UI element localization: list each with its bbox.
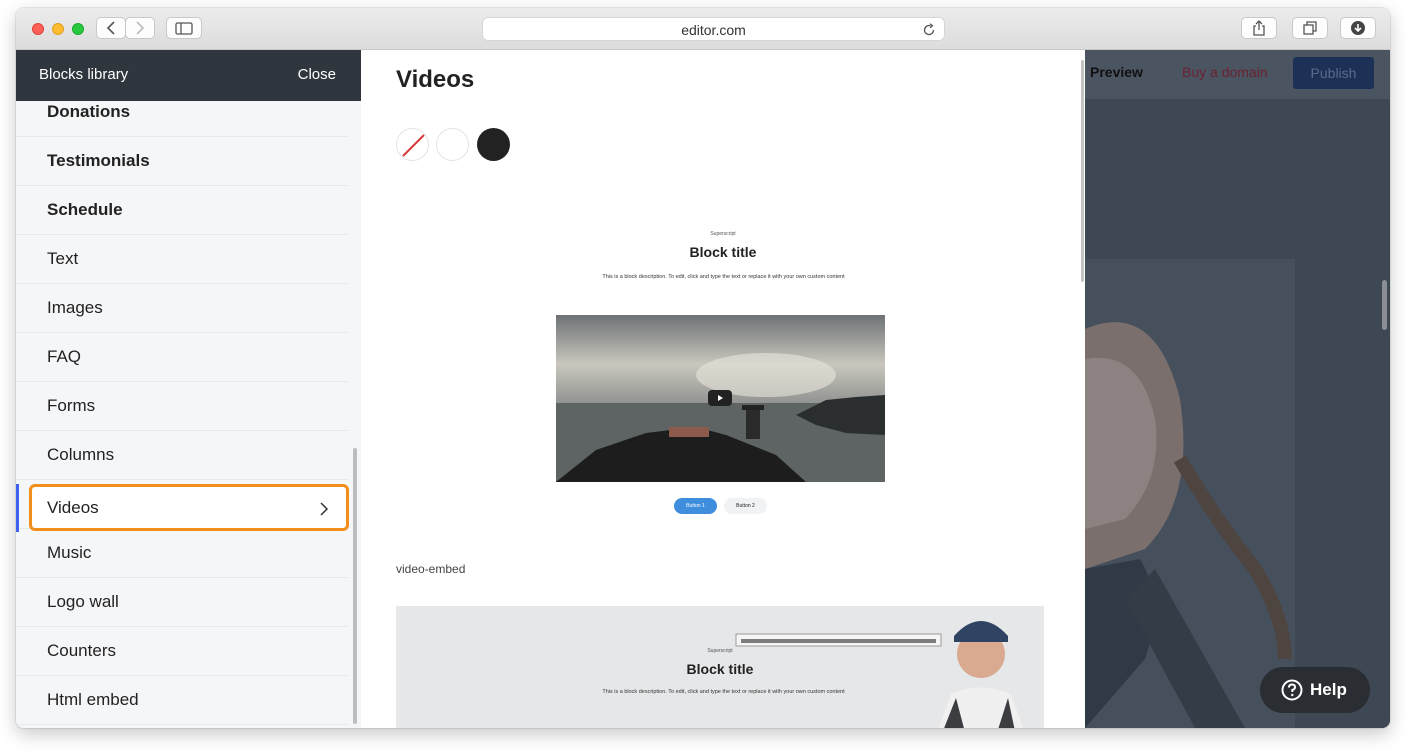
preview-superscript: Superscript <box>710 231 736 237</box>
preview-title: Block title <box>686 661 754 677</box>
preview-link[interactable]: Preview <box>1090 64 1143 80</box>
block-preview-1[interactable]: Superscript Block title This is a block … <box>361 220 1085 520</box>
sidebar-item-images[interactable]: Images <box>16 284 348 333</box>
back-button[interactable] <box>96 17 126 39</box>
chevron-right-icon <box>136 21 145 35</box>
play-icon <box>718 395 723 401</box>
preview-title: Block title <box>689 244 757 260</box>
sidebar-item-donations[interactable]: Donations <box>16 101 348 137</box>
blocks-library-sidebar: Blocks library Close Donations Testimoni… <box>16 50 361 728</box>
sidebar-item-music[interactable]: Music <box>16 529 348 578</box>
sidebar-item-label: Schedule <box>47 200 123 219</box>
browser-window: editor.com Blocks library Close Donation… <box>16 8 1390 728</box>
reload-icon[interactable] <box>922 23 936 37</box>
play-button[interactable] <box>708 390 732 406</box>
url-text: editor.com <box>681 22 746 38</box>
panel-title: Videos <box>396 66 475 93</box>
sidebar-item-columns[interactable]: Columns <box>16 431 348 480</box>
sidebar-item-label: FAQ <box>47 347 82 366</box>
sidebar-header: Blocks library Close <box>16 50 361 101</box>
sidebar-toggle-button[interactable] <box>166 17 202 39</box>
sidebar-item-forms[interactable]: Forms <box>16 382 348 431</box>
woman-photo-image <box>1085 99 1390 728</box>
tabs-button[interactable] <box>1292 17 1328 39</box>
sidebar-icon <box>175 21 193 35</box>
browser-toolbar: editor.com <box>16 8 1390 50</box>
chevron-right-icon <box>320 502 329 516</box>
sidebar-item-counters[interactable]: Counters <box>16 627 348 676</box>
sidebar-item-schedule[interactable]: Schedule <box>16 186 348 235</box>
sidebar-item-label: Donations <box>47 102 131 121</box>
block-caption: video-embed <box>396 562 466 576</box>
active-indicator <box>16 484 19 532</box>
preview-superscript: Superscript <box>707 648 733 654</box>
sidebar-item-label: Videos <box>47 498 99 517</box>
canvas-scrollbar[interactable] <box>1382 280 1387 330</box>
minimize-window-button[interactable] <box>52 23 64 35</box>
swatch-black[interactable] <box>477 128 510 161</box>
share-button[interactable] <box>1241 17 1277 39</box>
downloads-button[interactable] <box>1340 17 1376 39</box>
swatch-none[interactable] <box>396 128 429 161</box>
preview-button-1[interactable]: Button 1 <box>674 498 717 514</box>
maximize-window-button[interactable] <box>72 23 84 35</box>
share-icon <box>1253 20 1265 36</box>
editor-topbar: Preview Buy a domain Publish <box>1085 50 1390 99</box>
swatch-white[interactable] <box>436 128 469 161</box>
sidebar-scrollbar[interactable] <box>353 448 357 724</box>
sidebar-item-label: Columns <box>47 445 115 464</box>
question-icon <box>1281 679 1303 701</box>
no-color-icon <box>402 134 425 157</box>
site-canvas-overlay: Preview Buy a domain Publish <box>1085 50 1390 728</box>
preview-description: This is a block description. To edit, cl… <box>602 689 845 695</box>
sidebar-item-label: Html embed <box>47 690 139 709</box>
preview-description: This is a block description. To edit, cl… <box>602 274 845 280</box>
sidebar-item-label: Logo wall <box>47 592 119 611</box>
video-thumbnail[interactable] <box>556 315 885 482</box>
chevron-left-icon <box>106 21 115 35</box>
sidebar-item-videos-highlight[interactable]: Videos <box>29 484 349 531</box>
sidebar-item-label: Counters <box>47 641 116 660</box>
forward-button[interactable] <box>125 17 155 39</box>
sidebar-item-label: Forms <box>47 396 96 415</box>
preview-button-2[interactable]: Button 2 <box>724 498 767 514</box>
address-bar[interactable]: editor.com <box>482 17 945 41</box>
sidebar-item-html-embed[interactable]: Html embed <box>16 676 348 725</box>
blocks-library-panel: Videos Superscript Block title This is a… <box>361 50 1085 728</box>
sidebar-item-label: Testimonials <box>47 151 150 170</box>
sidebar-item-text[interactable]: Text <box>16 235 348 284</box>
sidebar-item-label: Text <box>47 249 79 268</box>
panel-scrollbar[interactable] <box>1081 60 1084 282</box>
help-label: Help <box>1310 680 1347 699</box>
sidebar-title: Blocks library <box>39 66 129 83</box>
buy-domain-link[interactable]: Buy a domain <box>1182 64 1268 80</box>
sidebar-item-faq[interactable]: FAQ <box>16 333 348 382</box>
help-button-body[interactable]: Help <box>1260 667 1370 713</box>
publish-label: Publish <box>1310 65 1357 81</box>
download-icon <box>1351 21 1365 35</box>
close-window-button[interactable] <box>32 23 44 35</box>
sidebar-item-label: Images <box>47 298 103 317</box>
sidebar-item-logo-wall[interactable]: Logo wall <box>16 578 348 627</box>
sidebar-item-label: Music <box>47 543 92 562</box>
tabs-icon <box>1303 21 1317 35</box>
publish-button[interactable]: Publish <box>1293 57 1374 89</box>
block-preview-2[interactable]: Superscript Block title This is a block … <box>396 606 1044 728</box>
close-button[interactable]: Close <box>298 66 336 83</box>
category-list: Donations Testimonials Schedule Text Ima… <box>16 101 348 728</box>
sidebar-item-testimonials[interactable]: Testimonials <box>16 137 348 186</box>
